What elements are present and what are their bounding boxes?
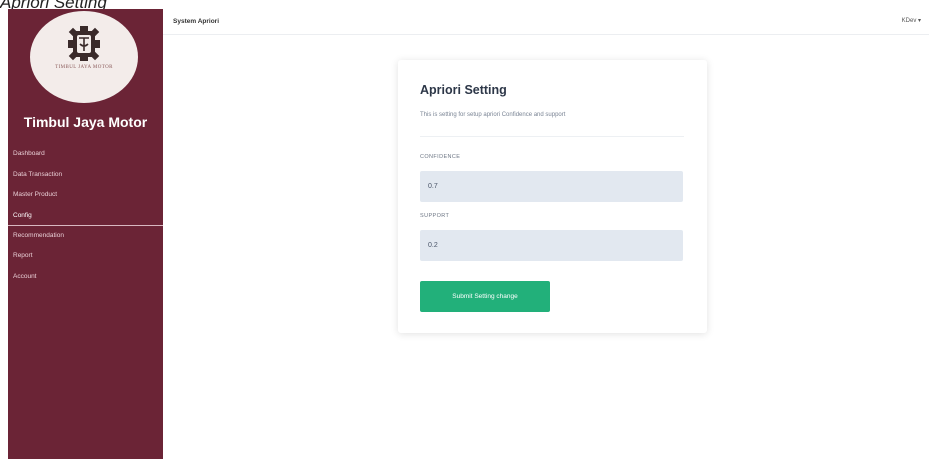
confidence-input[interactable] [420, 171, 683, 202]
confidence-label: CONFIDENCE [420, 154, 461, 160]
page: Apriori Setting TIMBUL JAYA MOTOR Timbul… [0, 0, 929, 459]
sidebar-item-dashboard[interactable]: Dashboard [8, 144, 163, 165]
sidebar-item-recommendation[interactable]: Recommendation [8, 226, 163, 247]
sidebar-nav: Dashboard Data Transaction Master Produc… [8, 144, 163, 287]
sidebar-item-config[interactable]: Config [8, 206, 163, 226]
sidebar: TIMBUL JAYA MOTOR Timbul Jaya Motor Dash… [8, 9, 163, 459]
brand-name: Timbul Jaya Motor [23, 114, 148, 130]
user-menu-dropdown[interactable]: KDev ▾ [902, 17, 921, 24]
top-bar: System Apriori KDev ▾ [163, 9, 929, 35]
apriori-setting-card: Apriori Setting This is setting for setu… [398, 60, 707, 333]
sidebar-item-account[interactable]: Account [8, 267, 163, 288]
support-label: SUPPORT [420, 213, 450, 219]
logo-text: TIMBUL JAYA MOTOR [55, 65, 113, 70]
sidebar-item-data-transaction[interactable]: Data Transaction [8, 165, 163, 186]
card-description: This is setting for setup apriori Confid… [420, 112, 566, 118]
submit-setting-button[interactable]: Submit Setting change [420, 281, 550, 312]
sidebar-item-master-product[interactable]: Master Product [8, 185, 163, 206]
support-input[interactable] [420, 230, 683, 261]
sidebar-item-report[interactable]: Report [8, 246, 163, 267]
company-logo: TIMBUL JAYA MOTOR [30, 11, 138, 103]
gear-logo-icon [68, 26, 100, 61]
divider [420, 136, 684, 137]
card-title: Apriori Setting [420, 83, 507, 97]
app-title: System Apriori [173, 18, 219, 25]
